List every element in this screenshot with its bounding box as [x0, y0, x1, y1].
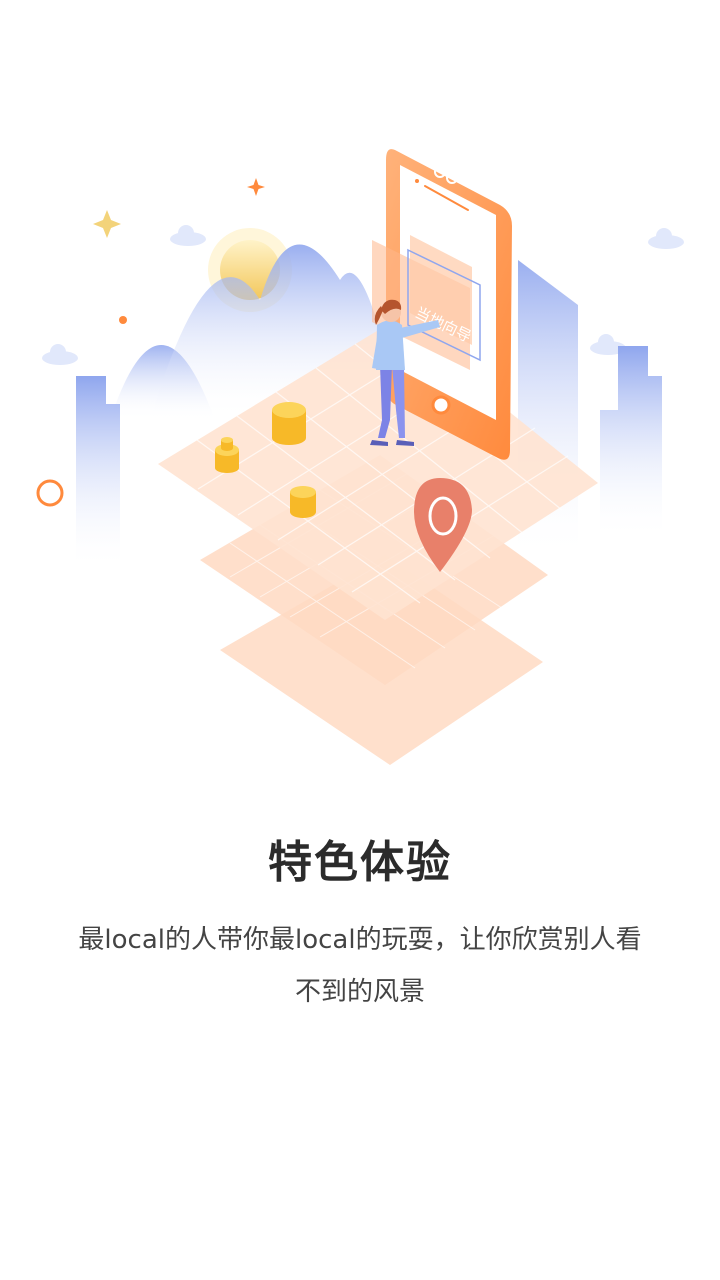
coin-icon — [272, 402, 306, 445]
building-icon — [76, 376, 120, 570]
page-description: 最local的人带你最local的玩耍，让你欣赏别人看不到的风景 — [78, 925, 642, 1007]
home-button — [431, 395, 451, 415]
ring-icon — [36, 479, 64, 507]
sparkle-icon — [247, 178, 265, 196]
feature-illustration: 当地向导 — [36, 149, 684, 765]
cloud-icon — [42, 344, 78, 365]
onboarding-page: 当地向导 特色体验 最local的人带你最local的玩耍，让你欣赏别人看不到的… — [0, 0, 720, 1280]
sparkle-icon — [93, 210, 121, 238]
page-title: 特色体验 — [268, 837, 452, 888]
cloud-icon — [648, 228, 684, 249]
dot-icon — [119, 316, 127, 324]
coin-icon — [290, 486, 316, 518]
building-icon — [600, 346, 662, 540]
cloud-icon — [170, 225, 206, 246]
